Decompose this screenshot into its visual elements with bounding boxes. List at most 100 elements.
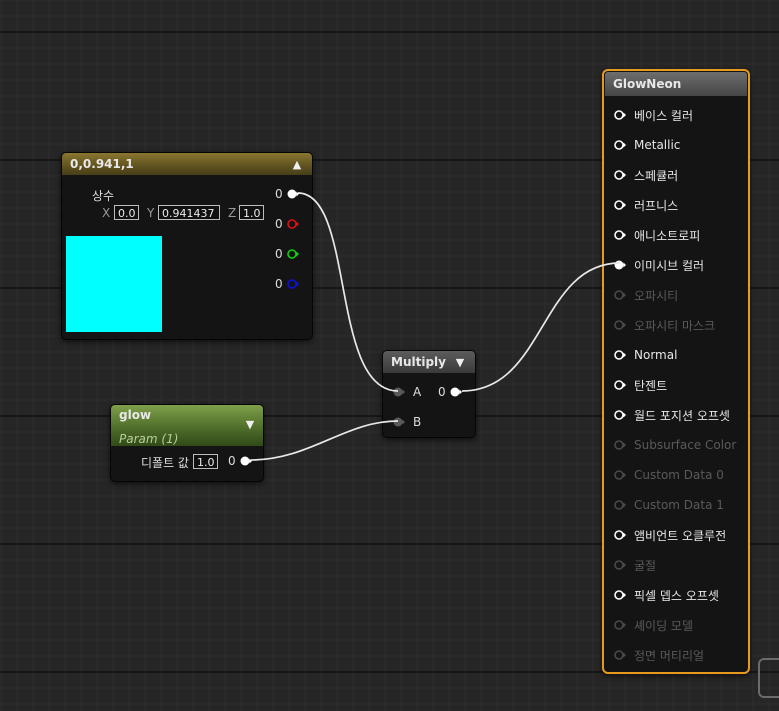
color-preview-swatch	[66, 236, 162, 332]
constant-vector-node[interactable]: 0,0.941,1 ▲ 상수 X 0.0 Y 0.941437 Z 1.0 0 …	[61, 152, 313, 340]
material-input-pin-icon	[614, 500, 626, 510]
y-value-field[interactable]: 0.941437	[158, 205, 220, 220]
material-input-row[interactable]: 앰비언트 오클루전	[614, 525, 726, 545]
output-rgb-label: 0	[275, 187, 283, 201]
material-input-pin-icon[interactable]	[614, 379, 626, 391]
multiply-node-header[interactable]: Multiply ▼	[383, 351, 475, 373]
material-input-label: 셰이딩 모델	[634, 618, 694, 633]
material-input-label: 오파시티	[634, 288, 679, 303]
material-input-pin-icon[interactable]	[614, 409, 626, 421]
glow-node-subtitle: Param (1)	[119, 432, 179, 446]
material-input-label: 월드 포지션 오프셋	[634, 408, 730, 423]
constant-node-title: 0,0.941,1	[70, 157, 134, 171]
material-input-row: 오파시티 마스크	[614, 315, 715, 335]
material-input-row: 셰이딩 모델	[614, 615, 693, 635]
multiply-node-title: Multiply	[391, 355, 446, 369]
y-label: Y	[147, 206, 155, 220]
material-input-row[interactable]: 애니소트로피	[614, 225, 700, 245]
material-input-pin-icon[interactable]	[614, 259, 626, 271]
material-input-pin-icon[interactable]	[614, 199, 626, 211]
glow-node-header[interactable]: glow Param (1) ▼	[111, 405, 263, 446]
glow-parameter-node[interactable]: glow Param (1) ▼ 디폴트 값 1.0 0	[110, 404, 264, 482]
material-node-title: GlowNeon	[613, 77, 682, 91]
material-input-pin-icon	[614, 560, 626, 570]
material-input-pin-icon	[614, 470, 626, 480]
multiply-output-pin-icon[interactable]	[450, 386, 462, 398]
material-input-pin-icon[interactable]	[614, 229, 626, 241]
material-input-row: Custom Data 1	[614, 495, 724, 515]
material-input-pin-icon	[614, 290, 626, 300]
material-input-pin-icon[interactable]	[614, 589, 626, 601]
multiply-output-label: 0	[438, 385, 446, 399]
material-input-label: 오파시티 마스크	[634, 318, 716, 333]
output-rgb-pin-icon[interactable]	[287, 188, 299, 200]
input-a-label: A	[413, 385, 422, 399]
material-input-label: 앰비언트 오클루전	[634, 528, 727, 543]
material-input-row[interactable]: 이미시브 컬러	[614, 255, 704, 275]
material-input-pin-icon[interactable]	[614, 139, 626, 151]
z-value-field[interactable]: 1.0	[239, 205, 264, 220]
material-input-label: Metallic	[634, 138, 681, 152]
output-g-pin-icon[interactable]	[287, 248, 299, 260]
material-input-row[interactable]: Metallic	[614, 135, 680, 155]
material-input-label: 탄젠트	[634, 378, 668, 393]
material-input-label: Custom Data 0	[634, 468, 724, 482]
material-input-label: 베이스 컬러	[634, 108, 694, 123]
material-input-label: Normal	[634, 348, 678, 362]
material-input-pin-icon[interactable]	[614, 529, 626, 541]
material-input-row[interactable]: 픽셀 뎁스 오프셋	[614, 585, 719, 605]
material-input-row[interactable]: 월드 포지션 오프셋	[614, 405, 730, 425]
glow-output-pin-icon[interactable]	[240, 455, 252, 467]
material-input-label: 이미시브 컬러	[634, 258, 705, 273]
material-input-pin-icon[interactable]	[614, 349, 626, 361]
default-value-field[interactable]: 1.0	[193, 454, 218, 469]
material-input-label: 애니소트로피	[634, 228, 701, 243]
material-input-row[interactable]: 탄젠트	[614, 375, 667, 395]
glow-output-label: 0	[228, 454, 236, 468]
material-input-label: 스페큘러	[634, 168, 679, 183]
x-value-field[interactable]: 0.0	[114, 205, 139, 220]
output-b-label: 0	[275, 277, 283, 291]
material-result-node[interactable]: GlowNeon 베이스 컬러 Metallic 스페큘러러프니스애니소트로피이미시…	[602, 69, 750, 674]
input-b-label: B	[413, 415, 422, 429]
x-label: X	[102, 206, 111, 220]
output-r-pin-icon[interactable]	[287, 218, 299, 230]
corner-frame-widget	[758, 658, 779, 698]
material-input-pin-icon[interactable]	[614, 169, 626, 181]
material-input-label: Subsurface Color	[634, 438, 737, 452]
material-input-row: 정면 머티리얼	[614, 645, 704, 665]
material-input-label: 픽셀 뎁스 오프셋	[634, 588, 719, 603]
output-r-label: 0	[275, 217, 283, 231]
default-value-label: 디폴트 값	[141, 456, 189, 470]
material-node-header[interactable]: GlowNeon	[605, 72, 747, 96]
material-input-row: Subsurface Color	[614, 435, 736, 455]
multiply-node[interactable]: Multiply ▼ A B 0	[382, 350, 476, 438]
material-input-row[interactable]: 스페큘러	[614, 165, 678, 185]
material-input-label: 러프니스	[634, 198, 679, 213]
material-input-label: 정면 머티리얼	[634, 648, 705, 663]
collapse-chevron-down-icon[interactable]: ▼	[453, 355, 467, 369]
constant-node-header[interactable]: 0,0.941,1 ▲	[62, 153, 312, 175]
input-b-pin-icon[interactable]	[393, 416, 405, 428]
collapse-chevron-up-icon[interactable]: ▲	[290, 157, 304, 171]
constant-row-label: 상수	[92, 189, 115, 203]
material-input-pin-icon[interactable]	[614, 109, 626, 121]
output-b-pin-icon[interactable]	[287, 278, 299, 290]
material-input-label: Custom Data 1	[634, 498, 724, 512]
material-input-pin-icon	[614, 320, 626, 330]
collapse-chevron-down-icon[interactable]: ▼	[243, 417, 257, 431]
material-input-pin-icon	[614, 620, 626, 630]
output-g-label: 0	[275, 247, 283, 261]
z-label: Z	[228, 206, 237, 220]
material-input-pin-icon	[614, 440, 626, 450]
material-input-row: Custom Data 0	[614, 465, 724, 485]
material-input-row: 오파시티	[614, 285, 678, 305]
material-input-row: 굴절	[614, 555, 656, 575]
material-input-pin-icon	[614, 650, 626, 660]
material-input-row[interactable]: 러프니스	[614, 195, 678, 215]
material-input-label: 굴절	[634, 558, 657, 573]
glow-node-title: glow	[119, 408, 152, 422]
material-input-row[interactable]: 베이스 컬러	[614, 105, 693, 125]
material-input-row[interactable]: Normal	[614, 345, 677, 365]
input-a-pin-icon[interactable]	[393, 386, 405, 398]
